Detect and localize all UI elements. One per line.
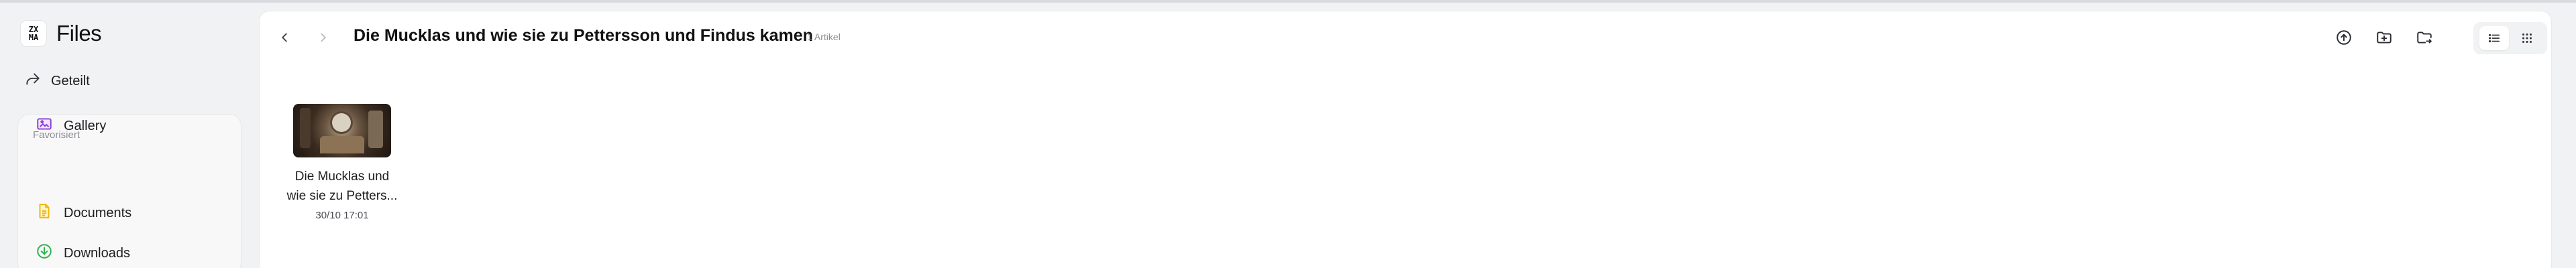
download-icon — [36, 243, 53, 264]
toolbar: Die Mucklas und wie sie zu Pettersson un… — [260, 11, 2551, 61]
item-count: 1 Artikel — [807, 31, 841, 42]
sidebar-item-shared[interactable]: Geteilt — [24, 70, 90, 92]
document-icon — [36, 202, 53, 224]
list-view-button[interactable] — [2479, 26, 2509, 50]
favorites-section: Favorisiert Documents Downloads Gallery — [17, 114, 241, 268]
chevron-left-icon — [282, 33, 287, 42]
new-folder-icon — [2377, 31, 2392, 44]
new-folder-button[interactable] — [2371, 25, 2397, 50]
chevron-right-icon — [321, 33, 326, 42]
sidebar-item-label: Documents — [64, 205, 132, 220]
window-top-border — [0, 0, 2576, 3]
sidebar-item-downloads[interactable]: Downloads — [36, 242, 130, 265]
sidebar-item-gallery[interactable]: Gallery — [36, 115, 106, 137]
image-icon — [36, 115, 53, 137]
sidebar-item-documents[interactable]: Documents — [36, 202, 131, 224]
view-toggle — [2473, 22, 2547, 54]
app-title: Files — [56, 21, 102, 46]
app-logo: ZX MA — [20, 20, 47, 47]
sidebar: ZX MA Files Geteilt Favorisiert Document… — [0, 3, 255, 268]
main-panel: Die Mucklas und wie sie zu Pettersson un… — [259, 11, 2552, 268]
file-name: Die Mucklas und wie sie zu Petters... — [286, 170, 398, 203]
sidebar-item-label: Downloads — [64, 245, 130, 261]
forward-button[interactable] — [312, 26, 335, 49]
grid-view-button[interactable] — [2512, 26, 2542, 50]
file-thumbnail — [293, 104, 391, 157]
file-tile[interactable]: Die Mucklas und wie sie zu Petters... 30… — [285, 101, 399, 235]
move-folder-icon — [2417, 31, 2432, 44]
app-header[interactable]: ZX MA Files — [20, 17, 102, 50]
page-title: Die Mucklas und wie sie zu Pettersson un… — [354, 26, 813, 45]
grid-view-icon — [2522, 34, 2532, 43]
back-button[interactable] — [273, 26, 296, 49]
share-icon — [24, 70, 42, 92]
list-view-icon — [2488, 34, 2500, 43]
file-date: 30/10 17:01 — [315, 210, 369, 221]
move-folder-button[interactable] — [2412, 25, 2437, 50]
upload-icon — [2337, 30, 2351, 45]
upload-button[interactable] — [2331, 25, 2357, 50]
sidebar-item-label: Geteilt — [51, 73, 90, 88]
sidebar-item-label: Gallery — [64, 118, 107, 133]
